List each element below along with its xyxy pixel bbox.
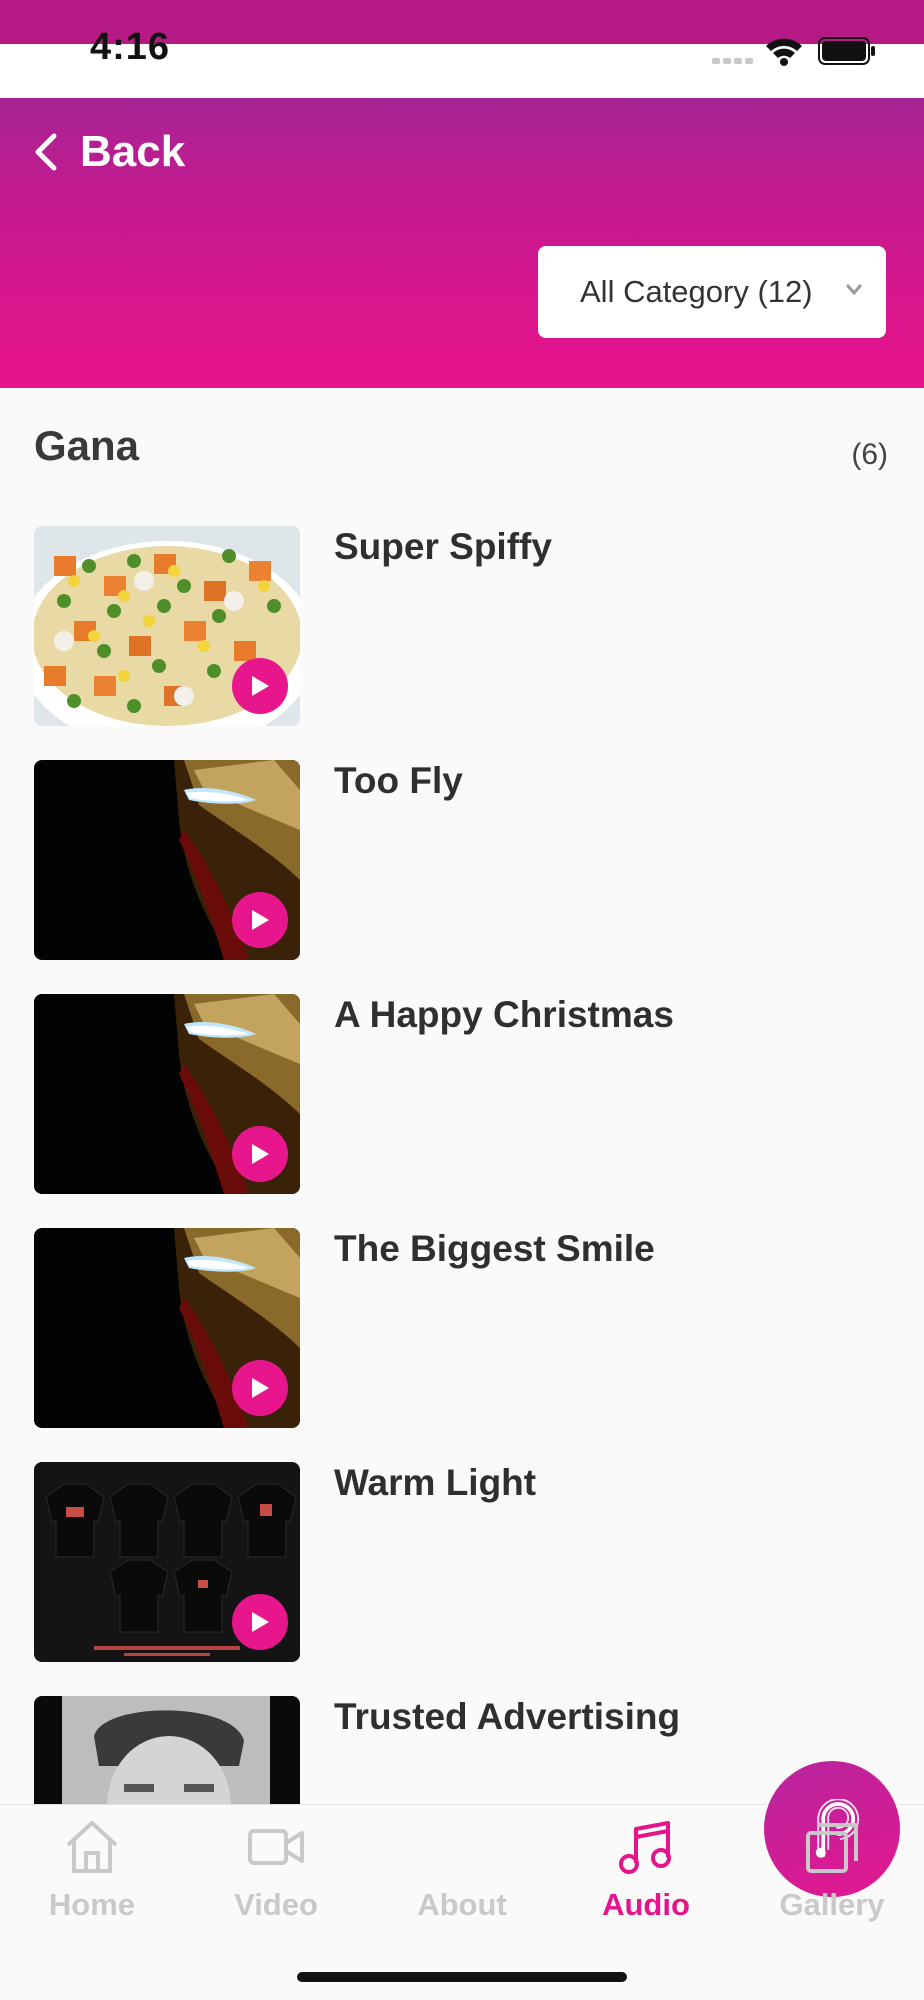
- home-indicator: [297, 1972, 627, 1982]
- thumbnail-image: [34, 1228, 300, 1428]
- play-icon: [252, 1144, 269, 1164]
- section-title: Gana: [34, 422, 140, 469]
- list-item[interactable]: A Happy Christmas: [34, 994, 894, 1194]
- play-icon: [252, 676, 269, 696]
- chevron-down-icon: [846, 284, 862, 295]
- cellular-signal-icon: [712, 58, 753, 64]
- play-button[interactable]: [232, 1360, 288, 1416]
- play-icon: [252, 1612, 269, 1632]
- category-dropdown-value: All Category (12): [580, 274, 813, 309]
- item-title: Too Fly: [334, 760, 463, 801]
- thumbnail-image: [34, 994, 300, 1194]
- thumbnail-image: [34, 1696, 300, 1804]
- item-title: The Biggest Smile: [334, 1228, 655, 1269]
- list-item[interactable]: Trusted Advertising: [34, 1696, 894, 1804]
- category-dropdown[interactable]: All Category (12): [538, 246, 886, 338]
- status-time: 4:16: [90, 26, 171, 68]
- audio-list: Super Spiffy Too Fly A Happy Christmas T…: [0, 526, 924, 1804]
- item-title: Super Spiffy: [334, 526, 552, 567]
- list-item[interactable]: The Biggest Smile: [34, 1228, 894, 1428]
- status-bar: 4:16: [0, 0, 924, 98]
- thumbnail-image: [34, 1462, 300, 1662]
- wifi-icon: [766, 38, 802, 66]
- tab-label: Video: [234, 1887, 318, 1922]
- thumbnail-image: [34, 760, 300, 960]
- play-icon: [252, 910, 269, 930]
- list-item[interactable]: Warm Light: [34, 1462, 894, 1662]
- list-item[interactable]: Super Spiffy: [34, 526, 894, 726]
- tab-audio[interactable]: Audio: [554, 1817, 738, 1937]
- tab-about[interactable]: About: [370, 1761, 900, 1937]
- section-count: (6): [851, 438, 888, 471]
- item-title: Trusted Advertising: [334, 1696, 681, 1737]
- bottom-tab-bar: Home Video About Audio Gallery: [0, 1761, 924, 2000]
- music-note-icon: [619, 1821, 671, 1874]
- item-title: Warm Light: [334, 1462, 537, 1503]
- list-item[interactable]: Too Fly: [34, 760, 894, 960]
- play-button[interactable]: [232, 892, 288, 948]
- tab-video[interactable]: Video: [184, 1817, 368, 1937]
- portrait-thumbnail: [34, 1696, 300, 1804]
- item-title: A Happy Christmas: [334, 994, 674, 1035]
- play-button[interactable]: [232, 1594, 288, 1650]
- tab-label: Audio: [602, 1887, 690, 1922]
- battery-icon: [818, 37, 875, 65]
- chevron-left-icon: [35, 133, 57, 171]
- tab-label: About: [417, 1887, 507, 1922]
- tab-gallery[interactable]: Gallery: [740, 1817, 924, 1937]
- home-icon: [66, 1821, 118, 1873]
- play-icon: [252, 1378, 269, 1398]
- video-icon: [248, 1829, 304, 1865]
- tab-label: Gallery: [779, 1887, 885, 1922]
- thumbnail-image: [34, 526, 300, 726]
- back-label: Back: [80, 127, 186, 176]
- back-button[interactable]: Back: [32, 124, 185, 180]
- header-bar: Back All Category (12): [0, 98, 924, 388]
- play-button[interactable]: [232, 1126, 288, 1182]
- tab-home[interactable]: Home: [0, 1817, 184, 1937]
- play-button[interactable]: [232, 658, 288, 714]
- gallery-icon: [806, 1823, 858, 1873]
- tab-label: Home: [48, 1887, 136, 1922]
